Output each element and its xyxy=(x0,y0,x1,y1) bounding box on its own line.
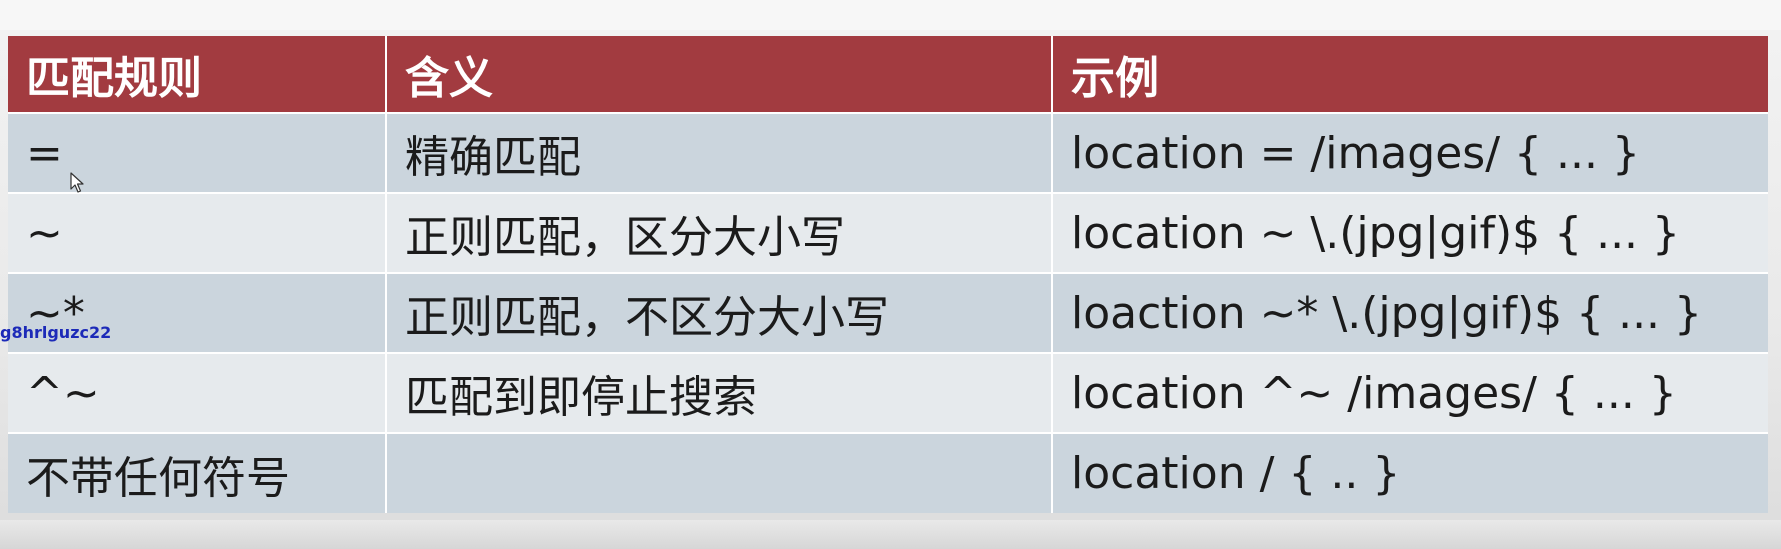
header-example: 示例 xyxy=(1052,36,1768,113)
table-row: ^~ 匹配到即停止搜索 location ^~ /images/ { ... } xyxy=(8,352,1768,433)
top-strip xyxy=(0,0,1781,30)
example-cell: location ^~ /images/ { ... } xyxy=(1052,352,1768,433)
mouse-pointer-icon xyxy=(70,172,84,193)
table-header-row: 匹配规则 含义 示例 xyxy=(8,36,1768,113)
example-cell: location ~ \.(jpg|gif)$ { ... } xyxy=(1052,192,1768,273)
slide: 匹配规则 含义 示例 = 精确匹配 location = /images/ { … xyxy=(0,0,1781,549)
meaning-cell: 精确匹配 xyxy=(386,112,1053,193)
rule-cell: = xyxy=(8,112,387,193)
header-meaning: 含义 xyxy=(386,36,1053,113)
table-row: 不带任何符号 location / { .. } xyxy=(8,432,1768,513)
rule-cell: 不带任何符号 xyxy=(8,432,387,513)
watermark-text: g8hrlguzc22 xyxy=(0,323,112,342)
table-row: = 精确匹配 location = /images/ { ... } xyxy=(8,112,1768,193)
rule-cell: ~ xyxy=(8,192,387,273)
meaning-cell: 正则匹配，区分大小写 xyxy=(386,192,1053,273)
table-row: ~* 正则匹配，不区分大小写 loaction ~* \.(jpg|gif)$ … xyxy=(8,272,1768,353)
header-rule: 匹配规则 xyxy=(8,36,387,113)
location-rules-table: 匹配规则 含义 示例 = 精确匹配 location = /images/ { … xyxy=(8,36,1768,513)
example-cell: location = /images/ { ... } xyxy=(1052,112,1768,193)
rule-cell: ^~ xyxy=(8,352,387,433)
meaning-cell xyxy=(386,432,1053,513)
meaning-cell: 正则匹配，不区分大小写 xyxy=(386,272,1053,353)
meaning-cell: 匹配到即停止搜索 xyxy=(386,352,1053,433)
table-row: ~ 正则匹配，区分大小写 location ~ \.(jpg|gif)$ { .… xyxy=(8,192,1768,273)
example-cell: location / { .. } xyxy=(1052,432,1768,513)
example-cell: loaction ~* \.(jpg|gif)$ { ... } xyxy=(1052,272,1768,353)
bottom-fade xyxy=(0,520,1781,549)
